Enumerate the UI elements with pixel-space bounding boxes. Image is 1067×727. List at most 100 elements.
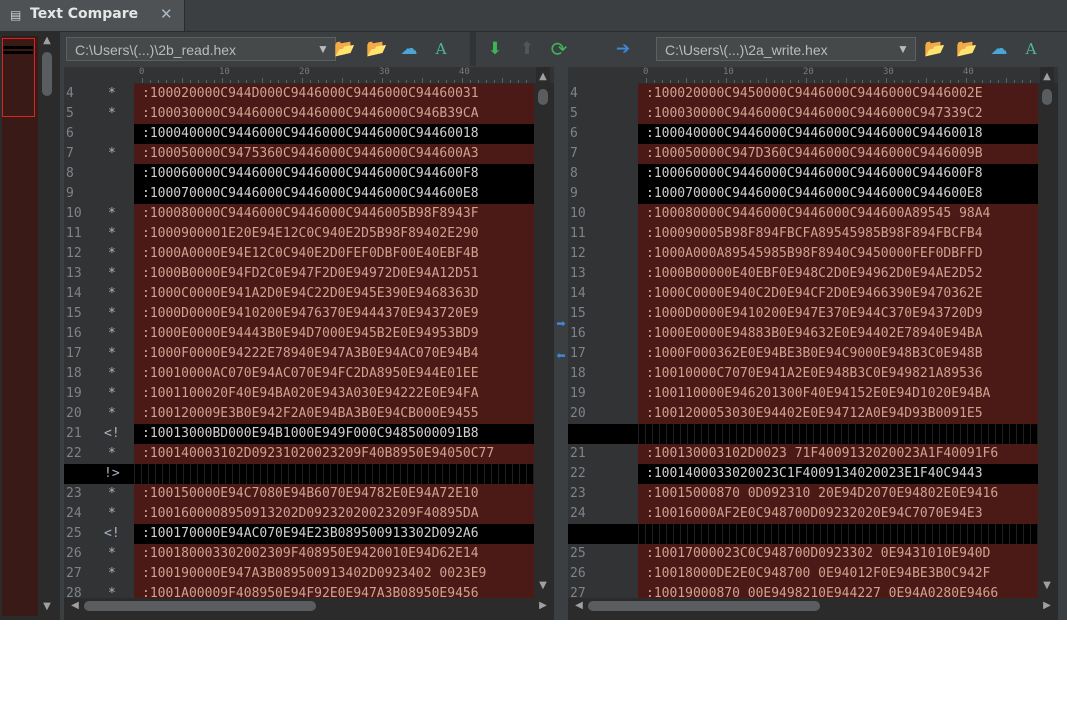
diff-line[interactable]: 24 *:1001600008950913202D09232020023209F4…: [64, 504, 534, 524]
line-content[interactable]: :10016000AF2E0C948700D09232020E94C7070E9…: [638, 504, 1038, 524]
left-horizontal-scrollbar[interactable]: ◀ ▶: [64, 598, 554, 614]
line-content[interactable]: :100050000C947D360C9446000C9446000C94460…: [638, 144, 1038, 164]
tab-text-compare[interactable]: ▤ Text Compare ✕: [0, 0, 185, 31]
line-content[interactable]: :100130003102D0023 71F4009132020023A1F40…: [638, 444, 1038, 464]
line-content[interactable]: :100050000C9475360C9446000C9446000C94460…: [134, 144, 534, 164]
arrow-right-icon[interactable]: ➔: [612, 39, 634, 59]
scroll-thumb[interactable]: [588, 601, 820, 611]
diff-line[interactable]: 9:100070000C9446000C9446000C9446000C9446…: [568, 184, 1038, 204]
diff-line[interactable]: 17 *:1000F0000E94222E78940E947A3B0E94AC07…: [64, 344, 534, 364]
close-icon[interactable]: ✕: [160, 5, 173, 23]
diff-line[interactable]: 12 *:1000A0000E94E12C0C940E2D0FEF0DBF00E4…: [64, 244, 534, 264]
line-content[interactable]: [638, 424, 1038, 444]
diff-line[interactable]: 20 *:100120009E3B0E942F2A0E94BA3B0E94CB00…: [64, 404, 534, 424]
diff-line[interactable]: 8:100060000C9446000C9446000C9446000C9446…: [568, 164, 1038, 184]
diff-line[interactable]: 21 <!:10013000BD000E94B1000E949F000C94850…: [64, 424, 534, 444]
diff-line[interactable]: 20:1001200053030E94402E0E94712A0E94D93B0…: [568, 404, 1038, 424]
line-content[interactable]: :10015000870 0D092310 20E94D2070E94802E0…: [638, 484, 1038, 504]
scroll-thumb[interactable]: [538, 89, 548, 105]
diff-line[interactable]: 25 <!:100170000E94AC070E94E23B08950091330…: [64, 524, 534, 544]
scroll-down-arrow-icon[interactable]: ▼: [536, 579, 550, 593]
folder-open-icon[interactable]: 📂: [334, 39, 356, 59]
scroll-up-arrow-icon[interactable]: ▲: [40, 34, 54, 48]
line-content[interactable]: :100070000C9446000C9446000C9446000C94460…: [638, 184, 1038, 204]
scroll-down-arrow-icon[interactable]: ▼: [1040, 579, 1054, 593]
scroll-thumb[interactable]: [42, 52, 52, 96]
line-content[interactable]: :100040000C9446000C9446000C9446000C94460…: [134, 124, 534, 144]
diff-line[interactable]: 22 *:100140003102D09231020023209F40B8950E…: [64, 444, 534, 464]
line-content[interactable]: :100140003102D09231020023209F40B8950E940…: [134, 444, 534, 464]
line-content[interactable]: :100070000C9446000C9446000C9446000C94460…: [134, 184, 534, 204]
copy-left-arrow-icon[interactable]: ⬅: [554, 349, 568, 363]
line-content[interactable]: :100060000C9446000C9446000C9446000C94460…: [134, 164, 534, 184]
line-content[interactable]: :100030000C9446000C9446000C9446000C946B3…: [134, 104, 534, 124]
scroll-thumb[interactable]: [84, 601, 316, 611]
line-content[interactable]: :100120009E3B0E942F2A0E94BA3B0E94CB000E9…: [134, 404, 534, 424]
line-content[interactable]: :10017000023C0C948700D0923302 0E9431010E…: [638, 544, 1038, 564]
right-horizontal-scrollbar[interactable]: ◀ ▶: [568, 598, 1058, 614]
diff-line[interactable]: 7:100050000C947D360C9446000C9446000C9446…: [568, 144, 1038, 164]
folder-recent-icon[interactable]: 📂: [366, 39, 388, 59]
cloud-upload-icon[interactable]: ☁: [988, 39, 1010, 59]
line-content[interactable]: :1000B00000E40EBF0E948C2D0E94962D0E94AE2…: [638, 264, 1038, 284]
diff-line[interactable]: 17:1000F000362E0E94BE3B0E94C9000E948B3C0…: [568, 344, 1038, 364]
arrow-down-icon[interactable]: ⬇: [484, 39, 506, 59]
diff-line[interactable]: 15 *:1000D0000E9410200E9476370E9444370E94…: [64, 304, 534, 324]
diff-line[interactable]: 27 *:100190000E947A3B089500913402D0923402…: [64, 564, 534, 584]
diff-line[interactable]: 14:1000C0000E940C2D0E94CF2D0E9466390E947…: [568, 284, 1038, 304]
line-content[interactable]: :10018000DE2E0C948700 0E94012F0E94BE3B0C…: [638, 564, 1038, 584]
diff-line[interactable]: 19 *:1001100020F40E94BA020E943A030E94222E…: [64, 384, 534, 404]
line-content[interactable]: :100020000C9450000C9446000C9446000C94460…: [638, 84, 1038, 104]
folder-open-icon[interactable]: 📂: [924, 39, 946, 59]
line-content[interactable]: :1000E0000E94443B0E94D7000E945B2E0E94953…: [134, 324, 534, 344]
diff-line[interactable]: 6:100040000C9446000C9446000C9446000C9446…: [568, 124, 1038, 144]
line-content[interactable]: :100020000C944D000C9446000C9446000C94460…: [134, 84, 534, 104]
scroll-up-arrow-icon[interactable]: ▲: [536, 70, 550, 84]
line-content[interactable]: :1001A00009F408950E94F92E0E947A3B08950E9…: [134, 584, 534, 598]
folder-recent-icon[interactable]: 📂: [956, 39, 978, 59]
line-content[interactable]: :100080000C9446000C9446000C944600A89545 …: [638, 204, 1038, 224]
diff-line[interactable]: 4:100020000C9450000C9446000C9446000C9446…: [568, 84, 1038, 104]
line-content[interactable]: :100030000C9446000C9446000C9446000C94733…: [638, 104, 1038, 124]
diff-line[interactable]: 28 *:1001A00009F408950E94F92E0E947A3B0895…: [64, 584, 534, 598]
arrow-up-icon[interactable]: ⬆: [516, 39, 538, 59]
chevron-down-icon[interactable]: ▼: [311, 38, 335, 60]
line-content[interactable]: :100110000E946201300F40E94152E0E94D1020E…: [638, 384, 1038, 404]
diff-line[interactable]: 8:100060000C9446000C9446000C9446000C9446…: [64, 164, 534, 184]
cloud-upload-icon[interactable]: ☁: [398, 39, 420, 59]
diff-line[interactable]: 13:1000B00000E40EBF0E948C2D0E94962D0E94A…: [568, 264, 1038, 284]
diff-line[interactable]: 4 *:100020000C944D000C9446000C9446000C944…: [64, 84, 534, 104]
scroll-right-arrow-icon[interactable]: ▶: [536, 599, 550, 613]
font-icon[interactable]: A: [430, 39, 452, 59]
diff-line[interactable]: 18 *:10010000AC070E94AC070E94FC2DA8950E94…: [64, 364, 534, 384]
overview-scrollbar[interactable]: ▲ ▼: [40, 32, 54, 620]
line-content[interactable]: :1000C0000E940C2D0E94CF2D0E9466390E94703…: [638, 284, 1038, 304]
pane-divider[interactable]: ➡ ⬅: [554, 67, 568, 620]
diff-line[interactable]: 26:10018000DE2E0C948700 0E94012F0E94BE3B…: [568, 564, 1038, 584]
line-content[interactable]: :100180003302002309F408950E9420010E94D62…: [134, 544, 534, 564]
line-content[interactable]: :100170000E94AC070E94E23B089500913302D09…: [134, 524, 534, 544]
diff-line[interactable]: 18:10010000C7070E941A2E0E948B3C0E949821A…: [568, 364, 1038, 384]
line-content[interactable]: :10013000BD000E94B1000E949F000C948500009…: [134, 424, 534, 444]
left-editor-pane[interactable]: 0 10 20 30 40 4 *:100020000C944D000C9446000C9…: [64, 67, 554, 620]
line-content[interactable]: [134, 464, 534, 484]
diff-line[interactable]: [568, 424, 1038, 444]
diff-line[interactable]: 9:100070000C9446000C9446000C9446000C9446…: [64, 184, 534, 204]
line-content[interactable]: :100190000E947A3B089500913402D0923402 00…: [134, 564, 534, 584]
chevron-down-icon[interactable]: ▼: [891, 38, 915, 60]
line-content[interactable]: :1000C0000E941A2D0E94C22D0E945E390E94683…: [134, 284, 534, 304]
diff-line[interactable]: 16 *:1000E0000E94443B0E94D7000E945B2E0E94…: [64, 324, 534, 344]
left-vertical-scrollbar[interactable]: ▲ ▼: [536, 67, 550, 598]
line-content[interactable]: :1000A000A89545985B98F8940C9450000FEF0DB…: [638, 244, 1038, 264]
scroll-right-arrow-icon[interactable]: ▶: [1040, 599, 1054, 613]
left-path-select[interactable]: C:\Users\(...)\2b_read.hex ▼: [66, 37, 336, 61]
scroll-up-arrow-icon[interactable]: ▲: [1040, 70, 1054, 84]
diff-line[interactable]: 5 *:100030000C9446000C9446000C9446000C946…: [64, 104, 534, 124]
right-vertical-scrollbar[interactable]: ▲ ▼: [1040, 67, 1054, 598]
line-content[interactable]: :100060000C9446000C9446000C9446000C94460…: [638, 164, 1038, 184]
diff-overview[interactable]: ▲ ▼: [0, 32, 60, 620]
diff-line[interactable]: 6:100040000C9446000C9446000C9446000C9446…: [64, 124, 534, 144]
line-content[interactable]: :100040000C9446000C9446000C9446000C94460…: [638, 124, 1038, 144]
diff-line[interactable]: 22:1001400033020023C1F4009134020023E1F40…: [568, 464, 1038, 484]
diff-line[interactable]: [568, 524, 1038, 544]
